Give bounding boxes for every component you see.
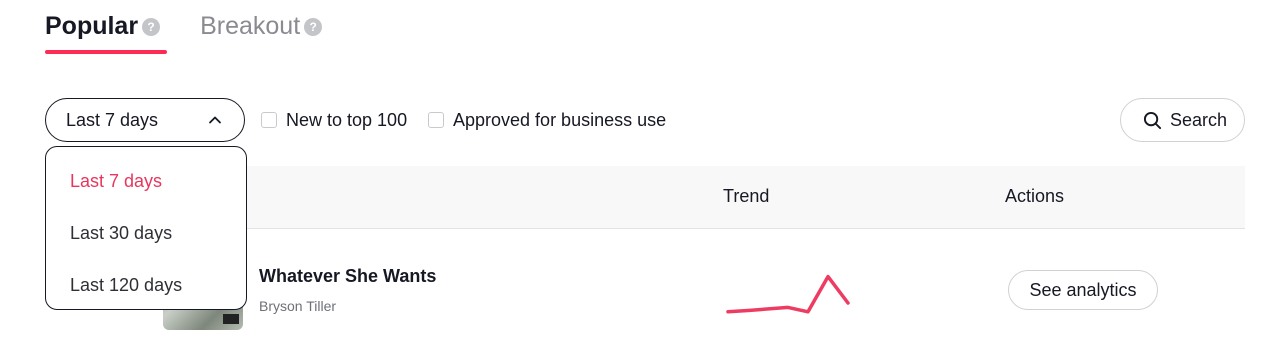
- new-to-top-100-checkbox[interactable]: New to top 100: [261, 98, 407, 142]
- period-option-label: Last 7 days: [70, 170, 163, 191]
- search-button-label: Search: [1170, 109, 1228, 130]
- help-icon[interactable]: ?: [304, 18, 323, 36]
- active-tab-indicator: [45, 50, 167, 54]
- checkbox-label: New to top 100: [286, 109, 408, 130]
- period-option-label: Last 120 days: [70, 274, 183, 295]
- period-option-30-days[interactable]: Last 30 days: [46, 207, 246, 259]
- period-dropdown-menu: Last 7 days Last 30 days Last 120 days: [45, 146, 247, 310]
- song-title[interactable]: Whatever She Wants: [259, 266, 436, 287]
- tab-bar: Popular ? Breakout ?: [45, 10, 323, 54]
- checkbox-box[interactable]: [261, 112, 277, 128]
- chevron-up-icon: [209, 116, 221, 124]
- period-dropdown-value: Last 7 days: [66, 109, 159, 130]
- trend-line: [726, 274, 850, 314]
- tab-breakout[interactable]: Breakout ?: [200, 10, 323, 42]
- search-icon: [1143, 111, 1162, 129]
- filter-bar: Last 7 days New to top 100 Approved for …: [45, 98, 1245, 142]
- tab-popular[interactable]: Popular ?: [45, 10, 167, 54]
- period-option-120-days[interactable]: Last 120 days: [46, 259, 246, 311]
- period-option-label: Last 30 days: [70, 222, 173, 243]
- see-analytics-label: See analytics: [1029, 279, 1137, 300]
- checkbox-label: Approved for business use: [453, 109, 667, 130]
- trend-sparkline: [726, 274, 850, 314]
- approved-business-checkbox[interactable]: Approved for business use: [428, 98, 666, 142]
- period-option-7-days[interactable]: Last 7 days: [46, 155, 246, 207]
- column-header-trend: Trend: [723, 186, 770, 206]
- period-dropdown[interactable]: Last 7 days: [45, 98, 245, 142]
- column-header-actions: Actions: [1005, 186, 1065, 206]
- tab-breakout-label: Breakout: [200, 11, 301, 40]
- parental-advisory-label: [223, 314, 239, 324]
- see-analytics-button[interactable]: See analytics: [1008, 270, 1158, 310]
- tab-popular-label: Popular: [45, 11, 139, 40]
- search-button[interactable]: Search: [1120, 98, 1245, 142]
- song-artist: Bryson Tiller: [259, 298, 337, 314]
- checkbox-box[interactable]: [428, 112, 444, 128]
- help-icon[interactable]: ?: [142, 18, 161, 36]
